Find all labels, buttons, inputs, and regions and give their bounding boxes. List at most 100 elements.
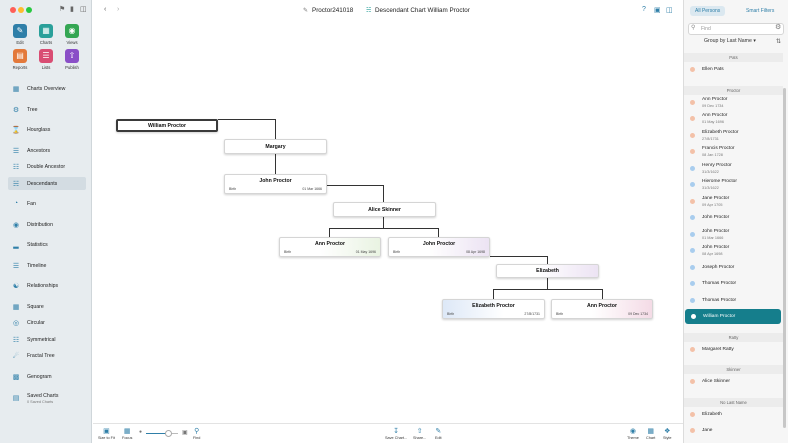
person-box-elizabeth-proctor[interactable]: Elizabeth Proctor Birth 27/8/1731 [442, 299, 545, 319]
person-list-item[interactable]: Jane Proctor 09 Apr 1705 [684, 194, 783, 209]
person-list-item[interactable]: Elizabeth Proctor 27/8/1731 [684, 128, 783, 143]
save-chart-button[interactable]: ↧ Save Chart... [385, 427, 407, 440]
nav-square[interactable]: ▦ Square [8, 300, 86, 313]
person-box-william-proctor[interactable]: William Proctor [116, 119, 218, 132]
nav-relationships[interactable]: ☯ Relationships [8, 279, 86, 292]
sex-dot-icon [690, 411, 695, 417]
person-list-item[interactable]: Jane [684, 423, 783, 438]
theme-button[interactable]: ◉ Theme [627, 427, 639, 440]
nav-charts-overview[interactable]: ▦ Charts Overview [8, 82, 86, 95]
connector-line [493, 289, 602, 290]
zoom-out-icon[interactable]: ● [139, 429, 142, 435]
person-box-margary[interactable]: Margary [224, 139, 327, 154]
sex-dot-icon [690, 165, 695, 171]
tool-edit[interactable]: ✎ Edit [8, 24, 32, 45]
scrollbar[interactable] [783, 88, 786, 428]
saved-charts-count: 0 Saved Charts [27, 399, 54, 404]
person-name: Jane Proctor [702, 195, 730, 201]
person-list-item[interactable]: Ann Proctor 09 Dec 1734 [684, 95, 783, 110]
nav-genogram[interactable]: ▩ Genogram [8, 370, 86, 383]
find-button[interactable]: ⚲ Find [193, 427, 200, 440]
person-list-item[interactable]: Margaret Ratty [684, 342, 783, 357]
sex-dot-icon [690, 215, 695, 220]
sort-icon[interactable]: ⇅ [776, 38, 781, 45]
tab-all-persons[interactable]: All Persons [690, 6, 726, 16]
tab-smart-filters[interactable]: Smart Filters [741, 6, 779, 16]
search-input[interactable]: Find [688, 23, 784, 35]
connector-line [329, 228, 438, 229]
person-name: Alice Skinner [702, 379, 730, 384]
person-name: Elizabeth [702, 411, 722, 417]
circular-icon: ◎ [12, 319, 20, 327]
person-list-item[interactable]: Ann Proctor 01 May 1696 [684, 111, 783, 126]
nav-ancestors[interactable]: ☰ Ancestors [8, 144, 86, 157]
nav-distribution[interactable]: ◉ Distribution [8, 218, 86, 231]
event-date: 27/8/1731 [524, 312, 540, 316]
person-name: Elizabeth Proctor [702, 129, 739, 135]
focus-button[interactable]: ▦ Focus [122, 427, 132, 440]
tool-charts[interactable]: ▦ Charts [34, 24, 58, 45]
person-list-item[interactable]: John Proctor 01 Mar 1666 [684, 227, 783, 242]
person-list-item[interactable]: William Proctor [685, 309, 781, 324]
genogram-icon: ▩ [12, 373, 20, 381]
person-box-alice-skinner[interactable]: Alice Skinner [333, 202, 436, 217]
zoom-window-button[interactable] [26, 7, 32, 13]
nav-fan[interactable]: ◔ Fan [8, 197, 86, 210]
nav-fractal-tree[interactable]: ☄ Fractal Tree [8, 349, 86, 362]
person-date: 27/8/1731 [702, 136, 719, 141]
person-list-item[interactable]: Alice Skinner [684, 374, 783, 389]
sidebar-toggle-icon[interactable]: ◫ [80, 5, 87, 13]
gear-icon[interactable]: ⚙ [775, 23, 781, 31]
zoom-in-icon[interactable]: ▣ [182, 429, 188, 436]
edit-button[interactable]: ✎ Edit [435, 427, 442, 440]
nav-tree[interactable]: ⚙ Tree [8, 103, 86, 116]
group-by-select[interactable]: Group by Last Name ▾ [704, 38, 756, 44]
person-list-item[interactable]: Joseph Proctor [684, 260, 783, 275]
person-list-item[interactable]: Thomas Proctor [684, 276, 783, 291]
event-label: Birth [393, 250, 401, 254]
person-box-john-proctor-1666[interactable]: John Proctor Birth 01 Mar 1666 [224, 174, 327, 194]
bookmark-icon[interactable]: ▮ [70, 5, 74, 13]
chart-canvas[interactable]: William Proctor Margary John Proctor Bir… [93, 22, 683, 423]
person-list-item[interactable]: Thomas Proctor [684, 293, 783, 308]
person-list-item[interactable]: Ellen Pats [684, 62, 783, 77]
window-icon[interactable]: ▣ [654, 6, 661, 14]
person-list-item[interactable]: Elizabeth [684, 407, 783, 422]
person-box-john-proctor-1698[interactable]: John Proctor Birth 08 Apr 1698 [388, 237, 490, 257]
nav-saved-charts[interactable]: ▤ Saved Charts 0 Saved Charts [8, 390, 86, 406]
nav-symmetrical[interactable]: ☷ Symmetrical [8, 333, 86, 346]
tag-icon[interactable]: ⚑ [59, 5, 65, 13]
person-list-item[interactable]: Francis Proctor 08 Jan 1728 [684, 144, 783, 159]
person-box-ann-proctor-1696[interactable]: Ann Proctor Birth 01 May 1696 [279, 237, 381, 257]
tool-publish[interactable]: ⇧ Publish [60, 49, 84, 70]
nav-double-ancestor[interactable]: ☷ Double Ancestor [8, 160, 86, 173]
nav-descendants[interactable]: ☵ Descendants [8, 177, 86, 190]
nav-timeline[interactable]: ☰ Timeline [8, 259, 86, 272]
back-icon[interactable]: ‹ [104, 6, 106, 13]
person-name: John Proctor [702, 245, 730, 250]
zoom-slider-knob[interactable] [164, 430, 172, 437]
person-list-item[interactable]: Henry Proctor 31/3/1622 [684, 161, 783, 176]
person-list-item[interactable]: John Proctor 08 Apr 1698 [684, 243, 783, 258]
style-button[interactable]: ❖ Style [663, 427, 671, 440]
share-button[interactable]: ⇧ Share... [413, 427, 426, 440]
minimize-window-button[interactable] [18, 7, 24, 13]
person-list-item[interactable]: Hierome Proctor 31/3/1622 [684, 177, 783, 192]
right-panel-toggle-icon[interactable]: ◫ [666, 6, 673, 14]
zoom-slider[interactable] [146, 430, 178, 437]
nav-statistics[interactable]: ▂ Statistics [8, 238, 86, 251]
person-box-elizabeth[interactable]: Elizabeth [496, 264, 599, 278]
person-box-ann-proctor-1734[interactable]: Ann Proctor Birth 09 Dec 1734 [551, 299, 653, 319]
close-window-button[interactable] [10, 7, 16, 13]
nav-circular[interactable]: ◎ Circular [8, 316, 86, 329]
nav-hourglass[interactable]: ⌛ Hourglass [8, 123, 86, 136]
tool-views[interactable]: ◉ Views [60, 24, 84, 45]
tool-lists[interactable]: ☰ Lists [34, 49, 58, 70]
tool-reports[interactable]: ▤ Reports [8, 49, 32, 70]
chart-options-button[interactable]: ▦ Chart [646, 427, 655, 440]
size-to-fit-button[interactable]: ▣ Size to Fit [98, 427, 115, 440]
help-icon[interactable]: ? [642, 6, 646, 13]
person-name: Ann Proctor [702, 113, 728, 118]
forward-icon[interactable]: › [117, 6, 119, 13]
person-list-item[interactable]: John Proctor [684, 210, 783, 225]
